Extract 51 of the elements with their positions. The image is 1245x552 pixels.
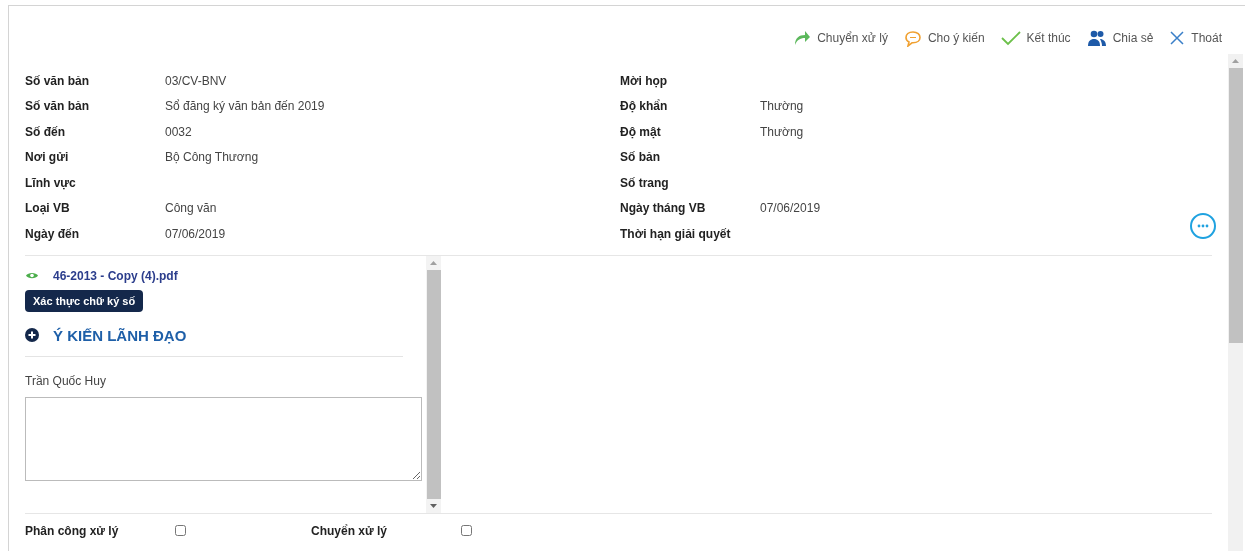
scroll-down-icon[interactable]	[430, 503, 437, 508]
field-label: Số văn bản	[25, 73, 90, 88]
field-label: Loại VB	[25, 201, 71, 216]
forward-arrow-icon	[793, 30, 812, 46]
field-value: 03/CV-BNV	[165, 73, 227, 88]
field-label: Số bản	[620, 150, 661, 165]
field-label: Thời hạn giải quyết	[620, 226, 732, 241]
scroll-up-icon[interactable]	[430, 260, 437, 265]
file-link[interactable]: 46-2013 - Copy (4).pdf	[53, 268, 178, 283]
field-label: Số văn bản	[25, 99, 90, 114]
field-label: Lĩnh vực	[25, 175, 77, 190]
scrollbar[interactable]	[426, 255, 441, 513]
toolbar-button[interactable]: Chia sẻ	[1086, 26, 1154, 50]
checkbox[interactable]	[461, 525, 472, 536]
field-value: 07/06/2019	[165, 226, 226, 241]
speech-bubble-icon	[903, 29, 922, 47]
toolbar-button[interactable]: Cho ý kiến	[903, 26, 985, 50]
field-value: Công văn	[165, 201, 217, 216]
ellipsis-icon	[1197, 224, 1209, 228]
field-label: Ngày đến	[25, 226, 80, 241]
toolbar-button[interactable]: Chuyển xử lý	[793, 26, 888, 50]
field-value: Sổ đăng ký văn bản đến 2019	[165, 99, 325, 114]
more-options-button[interactable]	[1190, 213, 1216, 239]
close-icon	[1169, 30, 1186, 46]
field-label: Nơi gửi	[25, 150, 70, 165]
checkmark-icon	[1000, 30, 1021, 46]
page-scrollbar[interactable]	[1228, 54, 1243, 551]
toolbar-button[interactable]: Thoát	[1169, 26, 1222, 50]
users-icon	[1086, 30, 1107, 46]
checkbox-label: Chuyển xử lý	[311, 523, 389, 538]
field-value: 0032	[165, 124, 192, 139]
field-label: Số trang	[620, 175, 670, 190]
eye-icon	[25, 271, 39, 280]
checkbox[interactable]	[175, 525, 186, 536]
field-label: Số đến	[25, 124, 66, 139]
field-label: Ngày tháng VB	[620, 201, 707, 216]
verify-signature-button[interactable]: Xác thực chữ ký số	[25, 289, 144, 312]
field-value: Bộ Công Thương	[165, 150, 259, 165]
comment-field[interactable]	[25, 396, 422, 481]
field-value: Thường	[760, 124, 804, 139]
plus-circle-icon	[25, 328, 39, 342]
toolbar-button[interactable]: Kết thúc	[1000, 26, 1071, 50]
commenter-name: Trần Quốc Huy	[25, 373, 106, 388]
field-value: Thường	[760, 99, 804, 114]
field-label: Độ khẩn	[620, 99, 669, 114]
field-value: 07/06/2019	[760, 201, 821, 216]
field-label: Độ mật	[620, 124, 662, 139]
section-title: Ý KIẾN LÃNH ĐẠO	[53, 326, 187, 344]
scroll-up-icon[interactable]	[1232, 59, 1239, 63]
checkbox-label: Phân công xử lý	[25, 523, 120, 538]
field-label: Mời họp	[620, 73, 669, 88]
